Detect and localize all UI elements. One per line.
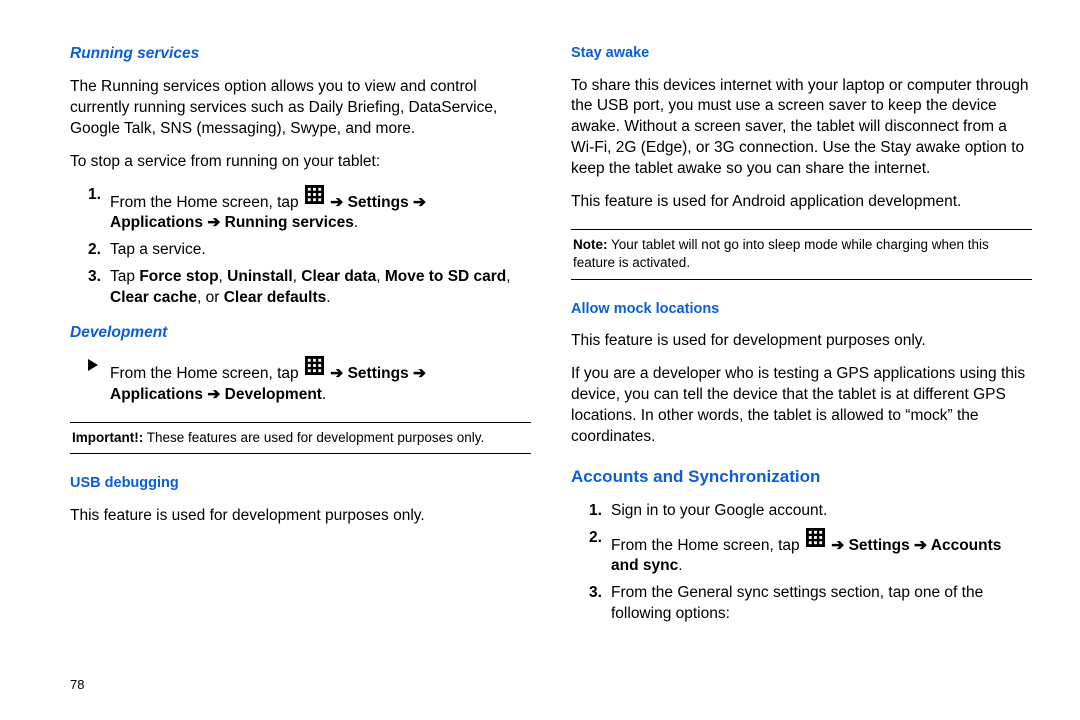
running-services-intro: The Running services option allows you t… bbox=[70, 77, 531, 140]
stay-awake-body2: This feature is used for Android applica… bbox=[571, 192, 1032, 213]
list-item: 2. Tap a service. bbox=[88, 240, 531, 261]
triangle-icon bbox=[88, 359, 98, 371]
heading-usb-debugging: USB debugging bbox=[70, 474, 531, 494]
step-number: 1. bbox=[589, 501, 611, 522]
allow-mock-body1: This feature is used for development pur… bbox=[571, 331, 1032, 352]
running-services-lead: To stop a service from running on your t… bbox=[70, 152, 531, 173]
text-bold: Move to SD card bbox=[385, 268, 506, 285]
heading-allow-mock: Allow mock locations bbox=[571, 300, 1032, 320]
text-bold: Settings bbox=[849, 536, 914, 553]
columns: Running services The Running services op… bbox=[70, 36, 1032, 672]
heading-stay-awake: Stay awake bbox=[571, 44, 1032, 64]
step-number: 2. bbox=[589, 528, 611, 578]
text-bold: Settings bbox=[348, 365, 413, 382]
list-item: 1. From the Home screen, tap ➔ Settings … bbox=[88, 185, 531, 235]
arrow-icon: ➔ bbox=[413, 194, 426, 211]
arrow-icon: ➔ bbox=[330, 365, 343, 382]
step-body: From the Home screen, tap ➔ Settings ➔ A… bbox=[110, 356, 531, 406]
right-column: Stay awake To share this devices interne… bbox=[571, 36, 1032, 672]
apps-icon bbox=[806, 528, 825, 554]
note-lead: Note: bbox=[573, 237, 608, 252]
arrow-icon: ➔ bbox=[413, 365, 426, 382]
text: , bbox=[376, 268, 385, 285]
important-note-box: Important!: These features are used for … bbox=[70, 422, 531, 454]
text-bold: Clear data bbox=[301, 268, 376, 285]
text: From the Home screen, tap bbox=[611, 536, 804, 553]
step-number: 3. bbox=[88, 267, 110, 309]
step-number: 2. bbox=[88, 240, 110, 261]
heading-development: Development bbox=[70, 323, 531, 344]
list-item: 1. Sign in to your Google account. bbox=[589, 501, 1032, 522]
page: Running services The Running services op… bbox=[0, 0, 1080, 720]
page-number: 78 bbox=[70, 676, 1032, 694]
text-bold: Applications bbox=[110, 214, 207, 231]
apps-icon bbox=[305, 356, 324, 382]
note-body: These features are used for development … bbox=[143, 430, 484, 445]
list-item: 2. From the Home screen, tap ➔ Settings … bbox=[589, 528, 1032, 578]
arrow-icon: ➔ bbox=[330, 194, 343, 211]
text: , bbox=[506, 268, 510, 285]
left-column: Running services The Running services op… bbox=[70, 36, 531, 672]
step-body: From the Home screen, tap ➔ Settings ➔ A… bbox=[110, 185, 531, 235]
text-bold: Clear defaults bbox=[224, 289, 327, 306]
text-bold: Development bbox=[220, 386, 322, 403]
step-body: Tap a service. bbox=[110, 240, 531, 261]
text-bold: Running services bbox=[220, 214, 354, 231]
note-box: Note: Your tablet will not go into sleep… bbox=[571, 229, 1032, 279]
list-item: 3. Tap Force stop, Uninstall, Clear data… bbox=[88, 267, 531, 309]
step-number: 1. bbox=[88, 185, 110, 235]
heading-accounts-sync: Accounts and Synchronization bbox=[571, 466, 1032, 489]
step-body: From the General sync settings section, … bbox=[611, 583, 1032, 625]
running-services-steps: 1. From the Home screen, tap ➔ Settings … bbox=[70, 179, 531, 316]
accounts-steps: 1. Sign in to your Google account. 2. Fr… bbox=[571, 495, 1032, 632]
text: , bbox=[219, 268, 228, 285]
text: , bbox=[293, 268, 302, 285]
list-item: 3. From the General sync settings sectio… bbox=[589, 583, 1032, 625]
note-body: Your tablet will not go into sleep mode … bbox=[573, 237, 989, 270]
text-bold: Clear cache bbox=[110, 289, 197, 306]
text-bold: Uninstall bbox=[227, 268, 292, 285]
heading-running-services: Running services bbox=[70, 44, 531, 65]
text: , or bbox=[197, 289, 224, 306]
arrow-icon: ➔ bbox=[831, 536, 844, 553]
arrow-icon: ➔ bbox=[914, 536, 927, 553]
development-step: From the Home screen, tap ➔ Settings ➔ A… bbox=[70, 350, 531, 412]
stay-awake-body1: To share this devices internet with your… bbox=[571, 76, 1032, 181]
note-lead: Important!: bbox=[72, 430, 143, 445]
text: From the Home screen, tap bbox=[110, 194, 303, 211]
text-bold: Settings bbox=[348, 194, 413, 211]
allow-mock-body2: If you are a developer who is testing a … bbox=[571, 364, 1032, 448]
text: From the Home screen, tap bbox=[110, 365, 303, 382]
step-number: 3. bbox=[589, 583, 611, 625]
text: Tap bbox=[110, 268, 139, 285]
apps-icon bbox=[305, 185, 324, 211]
step-body: From the Home screen, tap ➔ Settings ➔ A… bbox=[611, 528, 1032, 578]
usb-debugging-body: This feature is used for development pur… bbox=[70, 506, 531, 527]
step-body: Sign in to your Google account. bbox=[611, 501, 1032, 522]
text-bold: Force stop bbox=[139, 268, 218, 285]
arrow-icon: ➔ bbox=[207, 214, 220, 231]
bullet bbox=[88, 356, 110, 406]
list-item: From the Home screen, tap ➔ Settings ➔ A… bbox=[88, 356, 531, 406]
arrow-icon: ➔ bbox=[207, 386, 220, 403]
step-body: Tap Force stop, Uninstall, Clear data, M… bbox=[110, 267, 531, 309]
text-bold: Applications bbox=[110, 386, 207, 403]
